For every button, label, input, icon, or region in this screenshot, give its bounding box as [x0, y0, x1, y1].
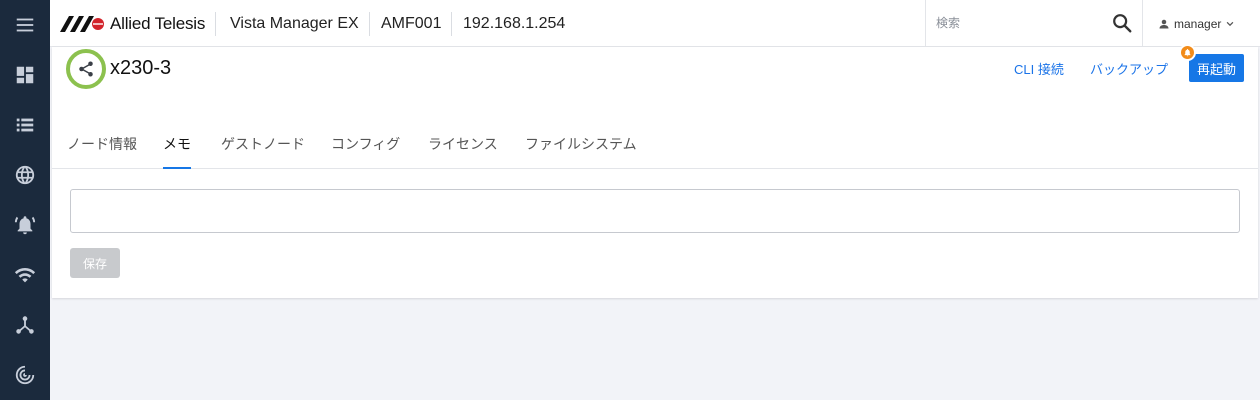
- tab-label: ライセンス: [428, 136, 498, 152]
- search-box: [925, 0, 1143, 47]
- product-name: Vista Manager EX: [230, 14, 359, 32]
- brand-name: Allied Telesis: [110, 14, 206, 33]
- wifi-icon[interactable]: [0, 255, 50, 295]
- list-icon[interactable]: [0, 105, 50, 145]
- tab-license[interactable]: ライセンス: [428, 134, 498, 168]
- topology-icon[interactable]: [0, 305, 50, 345]
- tab-config[interactable]: コンフィグ: [331, 134, 400, 168]
- notification-badge: [1179, 44, 1196, 61]
- share-icon: [79, 61, 93, 77]
- allied-telesis-logo-icon: [60, 16, 104, 32]
- tab-file-system[interactable]: ファイルシステム: [525, 134, 637, 168]
- tab-label: メモ: [163, 136, 191, 152]
- tab-label: ゲストノード: [221, 136, 305, 152]
- network-name[interactable]: AMF001: [381, 0, 441, 47]
- radar-icon[interactable]: [0, 355, 50, 395]
- backup-link[interactable]: バックアップ: [1090, 59, 1168, 78]
- user-name: manager: [1174, 16, 1222, 31]
- user-menu[interactable]: manager: [1158, 0, 1239, 47]
- globe-icon[interactable]: [0, 155, 50, 195]
- tab-guest-node[interactable]: ゲストノード: [221, 134, 305, 168]
- menu-icon[interactable]: [0, 5, 50, 45]
- tab-label: コンフィグ: [331, 136, 401, 152]
- brand-logo: Allied Telesis: [60, 12, 205, 36]
- person-icon: [1159, 19, 1169, 28]
- node-status-icon: [66, 49, 106, 89]
- tab-node-info[interactable]: ノード情報: [67, 134, 137, 168]
- reboot-button[interactable]: 再起動: [1189, 54, 1244, 82]
- alarm-icon[interactable]: [0, 205, 50, 245]
- memo-input[interactable]: [70, 189, 1240, 233]
- top-header: Allied Telesis Vista Manager EX AMF001 1…: [50, 0, 1260, 47]
- search-input[interactable]: [936, 10, 1096, 36]
- active-tab-indicator: [163, 167, 191, 169]
- tab-memo[interactable]: メモ: [163, 134, 191, 169]
- tab-bar: ノード情報 メモ ゲストノード コンフィグ ライセンス ファイルシステム: [52, 127, 1258, 169]
- node-name: x230-3: [110, 57, 172, 79]
- side-nav: [0, 0, 50, 400]
- dashboard-icon[interactable]: [0, 55, 50, 95]
- save-button[interactable]: 保存: [70, 248, 120, 278]
- bell-icon: [1184, 48, 1191, 57]
- tab-label: ファイルシステム: [525, 136, 637, 152]
- node-detail-card: x230-3 CLI 接続 バックアップ 再起動 ノード情報 メモ ゲストノード…: [52, 44, 1258, 298]
- search-icon[interactable]: [1111, 12, 1133, 34]
- tab-label: ノード情報: [67, 136, 137, 152]
- chevron-down-icon: [1227, 21, 1234, 26]
- cli-connect-link[interactable]: CLI 接続: [1014, 59, 1064, 78]
- ip-address: 192.168.1.254: [463, 14, 566, 32]
